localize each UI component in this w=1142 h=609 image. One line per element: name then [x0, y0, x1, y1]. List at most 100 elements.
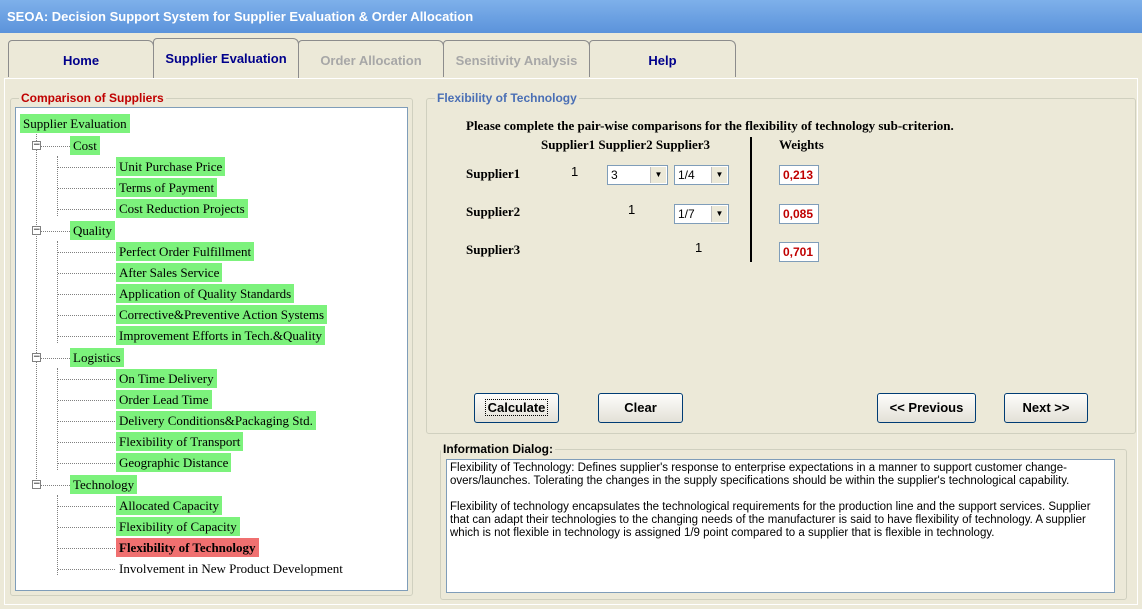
tree-leaf[interactable]: Flexibility of Transport — [116, 432, 244, 451]
tree-line — [58, 569, 115, 570]
tree-line — [36, 134, 37, 483]
tree-leaf[interactable]: Application of Quality Standards — [116, 284, 295, 303]
tree-line — [57, 241, 58, 343]
s1-s2-select[interactable]: 3 ▼ — [607, 165, 668, 185]
diagonal-value: 1 — [628, 202, 636, 217]
tree-leaf[interactable]: Cost Reduction Projects — [116, 199, 248, 218]
info-paragraph-1: Flexibility of Technology: Defines suppl… — [450, 462, 1070, 487]
tree-line — [58, 506, 115, 507]
tree-node-technology[interactable]: Technology — [70, 475, 138, 494]
tree-line — [57, 368, 58, 470]
s1-s2-value: 3 — [611, 168, 618, 182]
dropdown-arrow-icon[interactable]: ▼ — [711, 167, 727, 183]
tree-node-cost[interactable]: Cost — [70, 136, 100, 155]
collapse-icon[interactable]: − — [32, 141, 41, 150]
title-bar: SEOA: Decision Support System for Suppli… — [0, 0, 1142, 33]
criteria-tree[interactable]: Supplier Evaluation − Cost Unit Purchase… — [15, 107, 408, 591]
tree-leaf[interactable]: Unit Purchase Price — [116, 157, 226, 176]
tree-line — [58, 400, 115, 401]
information-text-area[interactable]: Flexibility of Technology: Defines suppl… — [446, 459, 1115, 593]
tab-home-label: Home — [62, 53, 100, 68]
row-label-supplier1: Supplier1 — [466, 166, 521, 181]
tab-supplier-evaluation[interactable]: Supplier Evaluation — [153, 38, 299, 78]
tree-node-quality[interactable]: Quality — [70, 221, 115, 240]
previous-button-label: << Previous — [889, 400, 964, 415]
s2-s3-select[interactable]: 1/7 ▼ — [674, 204, 729, 224]
info-paragraph-2: Flexibility of technology encapsulates t… — [450, 501, 1091, 539]
calculate-button-label: Calculate — [484, 399, 549, 416]
collapse-icon[interactable]: − — [32, 353, 41, 362]
tree-leaf[interactable]: Corrective&Preventive Action Systems — [116, 305, 328, 324]
tree-leaf[interactable]: Order Lead Time — [116, 390, 212, 409]
tab-order-allocation-label: Order Allocation — [320, 53, 422, 68]
information-dialog-label: Information Dialog: — [441, 442, 555, 456]
dropdown-arrow-icon[interactable]: ▼ — [650, 167, 666, 183]
tree-leaf[interactable]: Flexibility of Capacity — [116, 517, 240, 536]
tree-leaf[interactable]: Geographic Distance — [116, 453, 232, 472]
row-label-supplier3: Supplier3 — [466, 242, 521, 257]
next-button[interactable]: Next >> — [1004, 393, 1088, 423]
weight-supplier2: 0,085 — [779, 204, 819, 224]
tree-line — [58, 463, 115, 464]
s2-s3-value: 1/7 — [678, 207, 695, 221]
weights-header: Weights — [779, 137, 824, 152]
tree-line — [58, 188, 115, 189]
tree-line — [37, 485, 70, 486]
tab-help[interactable]: Help — [589, 40, 736, 77]
tree-node-logistics[interactable]: Logistics — [70, 348, 124, 367]
tree-line — [58, 379, 115, 380]
tab-supplier-evaluation-label: Supplier Evaluation — [165, 51, 287, 66]
diagonal-value: 1 — [695, 240, 703, 255]
window-title: SEOA: Decision Support System for Suppli… — [7, 9, 474, 24]
tree-leaf[interactable]: Terms of Payment — [116, 178, 218, 197]
tab-help-label: Help — [648, 53, 677, 68]
tree-line — [58, 273, 115, 274]
weight-supplier3: 0,701 — [779, 242, 819, 262]
collapse-icon[interactable]: − — [32, 480, 41, 489]
tree-leaf[interactable]: Allocated Capacity — [116, 496, 222, 515]
tree-leaf[interactable]: On Time Delivery — [116, 369, 217, 388]
tree-line — [57, 495, 58, 575]
tab-sensitivity-analysis-label: Sensitivity Analysis — [455, 53, 578, 68]
tree-line — [37, 358, 70, 359]
tree-line — [58, 548, 115, 549]
clear-button-label: Clear — [624, 400, 657, 415]
flexibility-of-technology-label: Flexibility of Technology — [435, 91, 579, 105]
comparison-of-suppliers-label: Comparison of Suppliers — [19, 91, 166, 105]
clear-button[interactable]: Clear — [598, 393, 683, 423]
tree-line — [58, 294, 115, 295]
tab-order-allocation[interactable]: Order Allocation — [298, 40, 444, 77]
tree-root[interactable]: Supplier Evaluation — [20, 114, 130, 133]
s1-s3-select[interactable]: 1/4 ▼ — [674, 165, 729, 185]
tree-line — [58, 315, 115, 316]
tree-line — [37, 146, 70, 147]
tree-line — [58, 252, 115, 253]
dropdown-arrow-icon[interactable]: ▼ — [711, 206, 727, 222]
row-label-supplier2: Supplier2 — [466, 204, 521, 219]
tree-leaf-selected[interactable]: Flexibility of Technology — [116, 538, 259, 557]
tree-line — [37, 231, 70, 232]
tab-home[interactable]: Home — [8, 40, 154, 77]
tree-leaf[interactable]: Involvement in New Product Development — [116, 559, 346, 578]
tree-leaf[interactable]: After Sales Service — [116, 263, 223, 282]
tree-line — [58, 336, 115, 337]
previous-button[interactable]: << Previous — [877, 393, 976, 423]
tree-leaf[interactable]: Perfect Order Fulfillment — [116, 242, 255, 261]
supplier-column-headers: Supplier1 Supplier2 Supplier3 — [541, 137, 711, 152]
tab-sensitivity-analysis[interactable]: Sensitivity Analysis — [443, 40, 590, 77]
diagonal-value: 1 — [571, 164, 579, 179]
calculate-button[interactable]: Calculate — [474, 393, 559, 423]
weight-supplier1: 0,213 — [779, 165, 819, 185]
tree-line — [58, 421, 115, 422]
tree-line — [57, 156, 58, 216]
separator-line — [750, 137, 752, 262]
collapse-icon[interactable]: − — [32, 226, 41, 235]
tree-line — [58, 442, 115, 443]
instruction-text: Please complete the pair-wise comparison… — [466, 118, 954, 133]
tree-line — [58, 209, 115, 210]
tree-leaf[interactable]: Delivery Conditions&Packaging Std. — [116, 411, 316, 430]
next-button-label: Next >> — [1022, 400, 1070, 415]
tree-line — [58, 167, 115, 168]
tree-leaf[interactable]: Improvement Efforts in Tech.&Quality — [116, 326, 325, 345]
s1-s3-value: 1/4 — [678, 168, 695, 182]
